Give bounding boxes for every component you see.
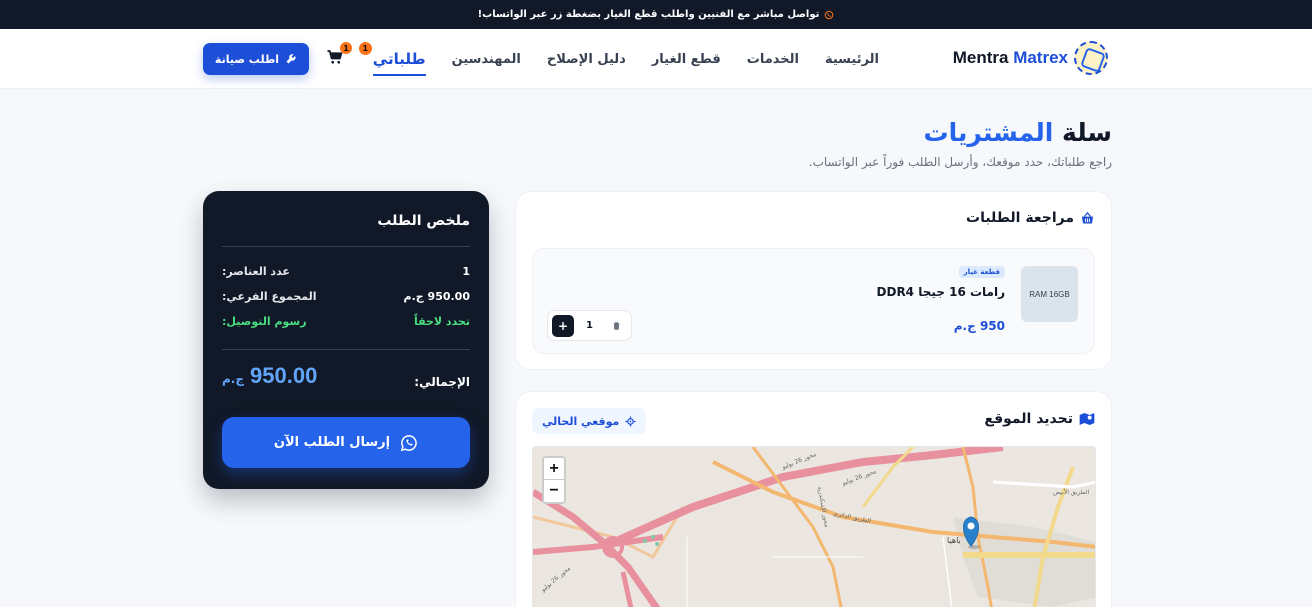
- announcement-bar: تواصل مباشر مع الفنيين واطلب قطع الغيار …: [0, 0, 1312, 29]
- total-value: 950.00: [250, 363, 318, 388]
- wrench-icon: [286, 54, 296, 64]
- whatsapp-icon: [825, 10, 834, 19]
- delete-item-button[interactable]: [605, 315, 627, 337]
- delivery-row: رسوم التوصيل: تحدد لاحقاً: [222, 315, 470, 328]
- cart-button[interactable]: 1: [326, 42, 352, 68]
- nav-links: الرئيسية الخدمات قطع الغيار دليل الإصلاح…: [358, 29, 879, 89]
- announcement-text: تواصل مباشر مع الفنيين واطلب قطع الغيار …: [477, 9, 820, 20]
- cart-count-badge: 1: [340, 42, 352, 54]
- summary-title: ملخص الطلب: [377, 213, 470, 229]
- item-price: 950 ج.م: [953, 319, 1005, 333]
- orders-review-title: مراجعة الطلبات: [966, 210, 1095, 226]
- send-order-button[interactable]: إرسال الطلب الآن: [222, 417, 470, 468]
- logo-icon: [1074, 41, 1108, 75]
- request-maintenance-button[interactable]: اطلب صيانة: [203, 43, 309, 75]
- map-tiles: محور 26 يوليو محور 26 يوليو الطريق الدائ…: [533, 447, 1095, 607]
- total-amount: 950.00 ج.م: [222, 363, 317, 389]
- crosshair-icon: [625, 415, 636, 427]
- items-count-label: عدد العناصر:: [222, 265, 290, 278]
- whatsapp-icon: [400, 434, 417, 451]
- page-title: سلة المشتريات: [923, 118, 1112, 147]
- map-zoom-controls: + −: [542, 456, 566, 504]
- nav-link-my-orders[interactable]: طلباتي 1: [358, 42, 426, 76]
- delivery-value: تحدد لاحقاً: [413, 315, 470, 328]
- brand-name: Mentra Matrex: [952, 48, 1068, 67]
- map-view[interactable]: محور 26 يوليو محور 26 يوليو الطريق الدائ…: [532, 446, 1096, 607]
- items-count-value: 1: [462, 265, 470, 278]
- quantity-value: 1: [586, 320, 593, 331]
- page-subtitle: راجع طلباتك، حدد موقعك، وأرسل الطلب فورا…: [808, 155, 1112, 169]
- item-thumbnail: RAM 16GB: [1021, 266, 1078, 322]
- nav-link-repair-guide[interactable]: دليل الإصلاح: [547, 52, 626, 67]
- nav-link-spare-parts[interactable]: قطع الغيار: [652, 52, 721, 67]
- navbar: Mentra Matrex الرئيسية الخدمات قطع الغيا…: [0, 29, 1312, 89]
- total-currency: ج.م: [222, 372, 245, 386]
- quantity-stepper: + 1: [547, 310, 632, 341]
- location-title: تحديد الموقع: [984, 411, 1095, 427]
- orders-review-card: مراجعة الطلبات RAM 16GB قطعة غيار رامات …: [515, 191, 1112, 370]
- divider: [222, 349, 470, 350]
- map-icon: [1079, 413, 1095, 425]
- subtotal-row: المجموع الفرعي: 950.00 ج.م: [222, 290, 470, 303]
- map-place-label: باهيا: [947, 536, 961, 545]
- increase-quantity-button[interactable]: +: [552, 314, 574, 337]
- order-summary-card: ملخص الطلب عدد العناصر: 1 المجموع الفرعي…: [203, 191, 489, 489]
- basket-icon: [1081, 211, 1094, 223]
- item-category-tag: قطعة غيار: [958, 266, 1005, 278]
- item-name: رامات 16 جيجا DDR4: [876, 285, 1005, 299]
- nav-link-home[interactable]: الرئيسية: [825, 52, 879, 67]
- delivery-label: رسوم التوصيل:: [222, 315, 307, 328]
- nav-link-services[interactable]: الخدمات: [747, 52, 799, 67]
- zoom-out-button[interactable]: −: [544, 480, 564, 502]
- my-location-button[interactable]: موقعي الحالي: [532, 408, 647, 434]
- total-label: الإجمالي:: [414, 375, 470, 389]
- zoom-in-button[interactable]: +: [544, 458, 564, 480]
- orders-count-badge: 1: [358, 42, 372, 55]
- road-label: الطريق الأبيض: [1053, 488, 1090, 496]
- items-count-row: عدد العناصر: 1: [222, 265, 470, 278]
- subtotal-value: 950.00 ج.م: [403, 290, 470, 303]
- cart-item: RAM 16GB قطعة غيار رامات 16 جيجا DDR4 95…: [532, 248, 1095, 354]
- nav-link-engineers[interactable]: المهندسين: [452, 52, 521, 67]
- trash-icon: [613, 321, 619, 330]
- location-card: تحديد الموقع موقعي الحالي محور 26 يوليو …: [515, 391, 1112, 607]
- brand-logo[interactable]: Mentra Matrex: [953, 41, 1108, 75]
- divider: [222, 246, 470, 247]
- subtotal-label: المجموع الفرعي:: [222, 290, 317, 303]
